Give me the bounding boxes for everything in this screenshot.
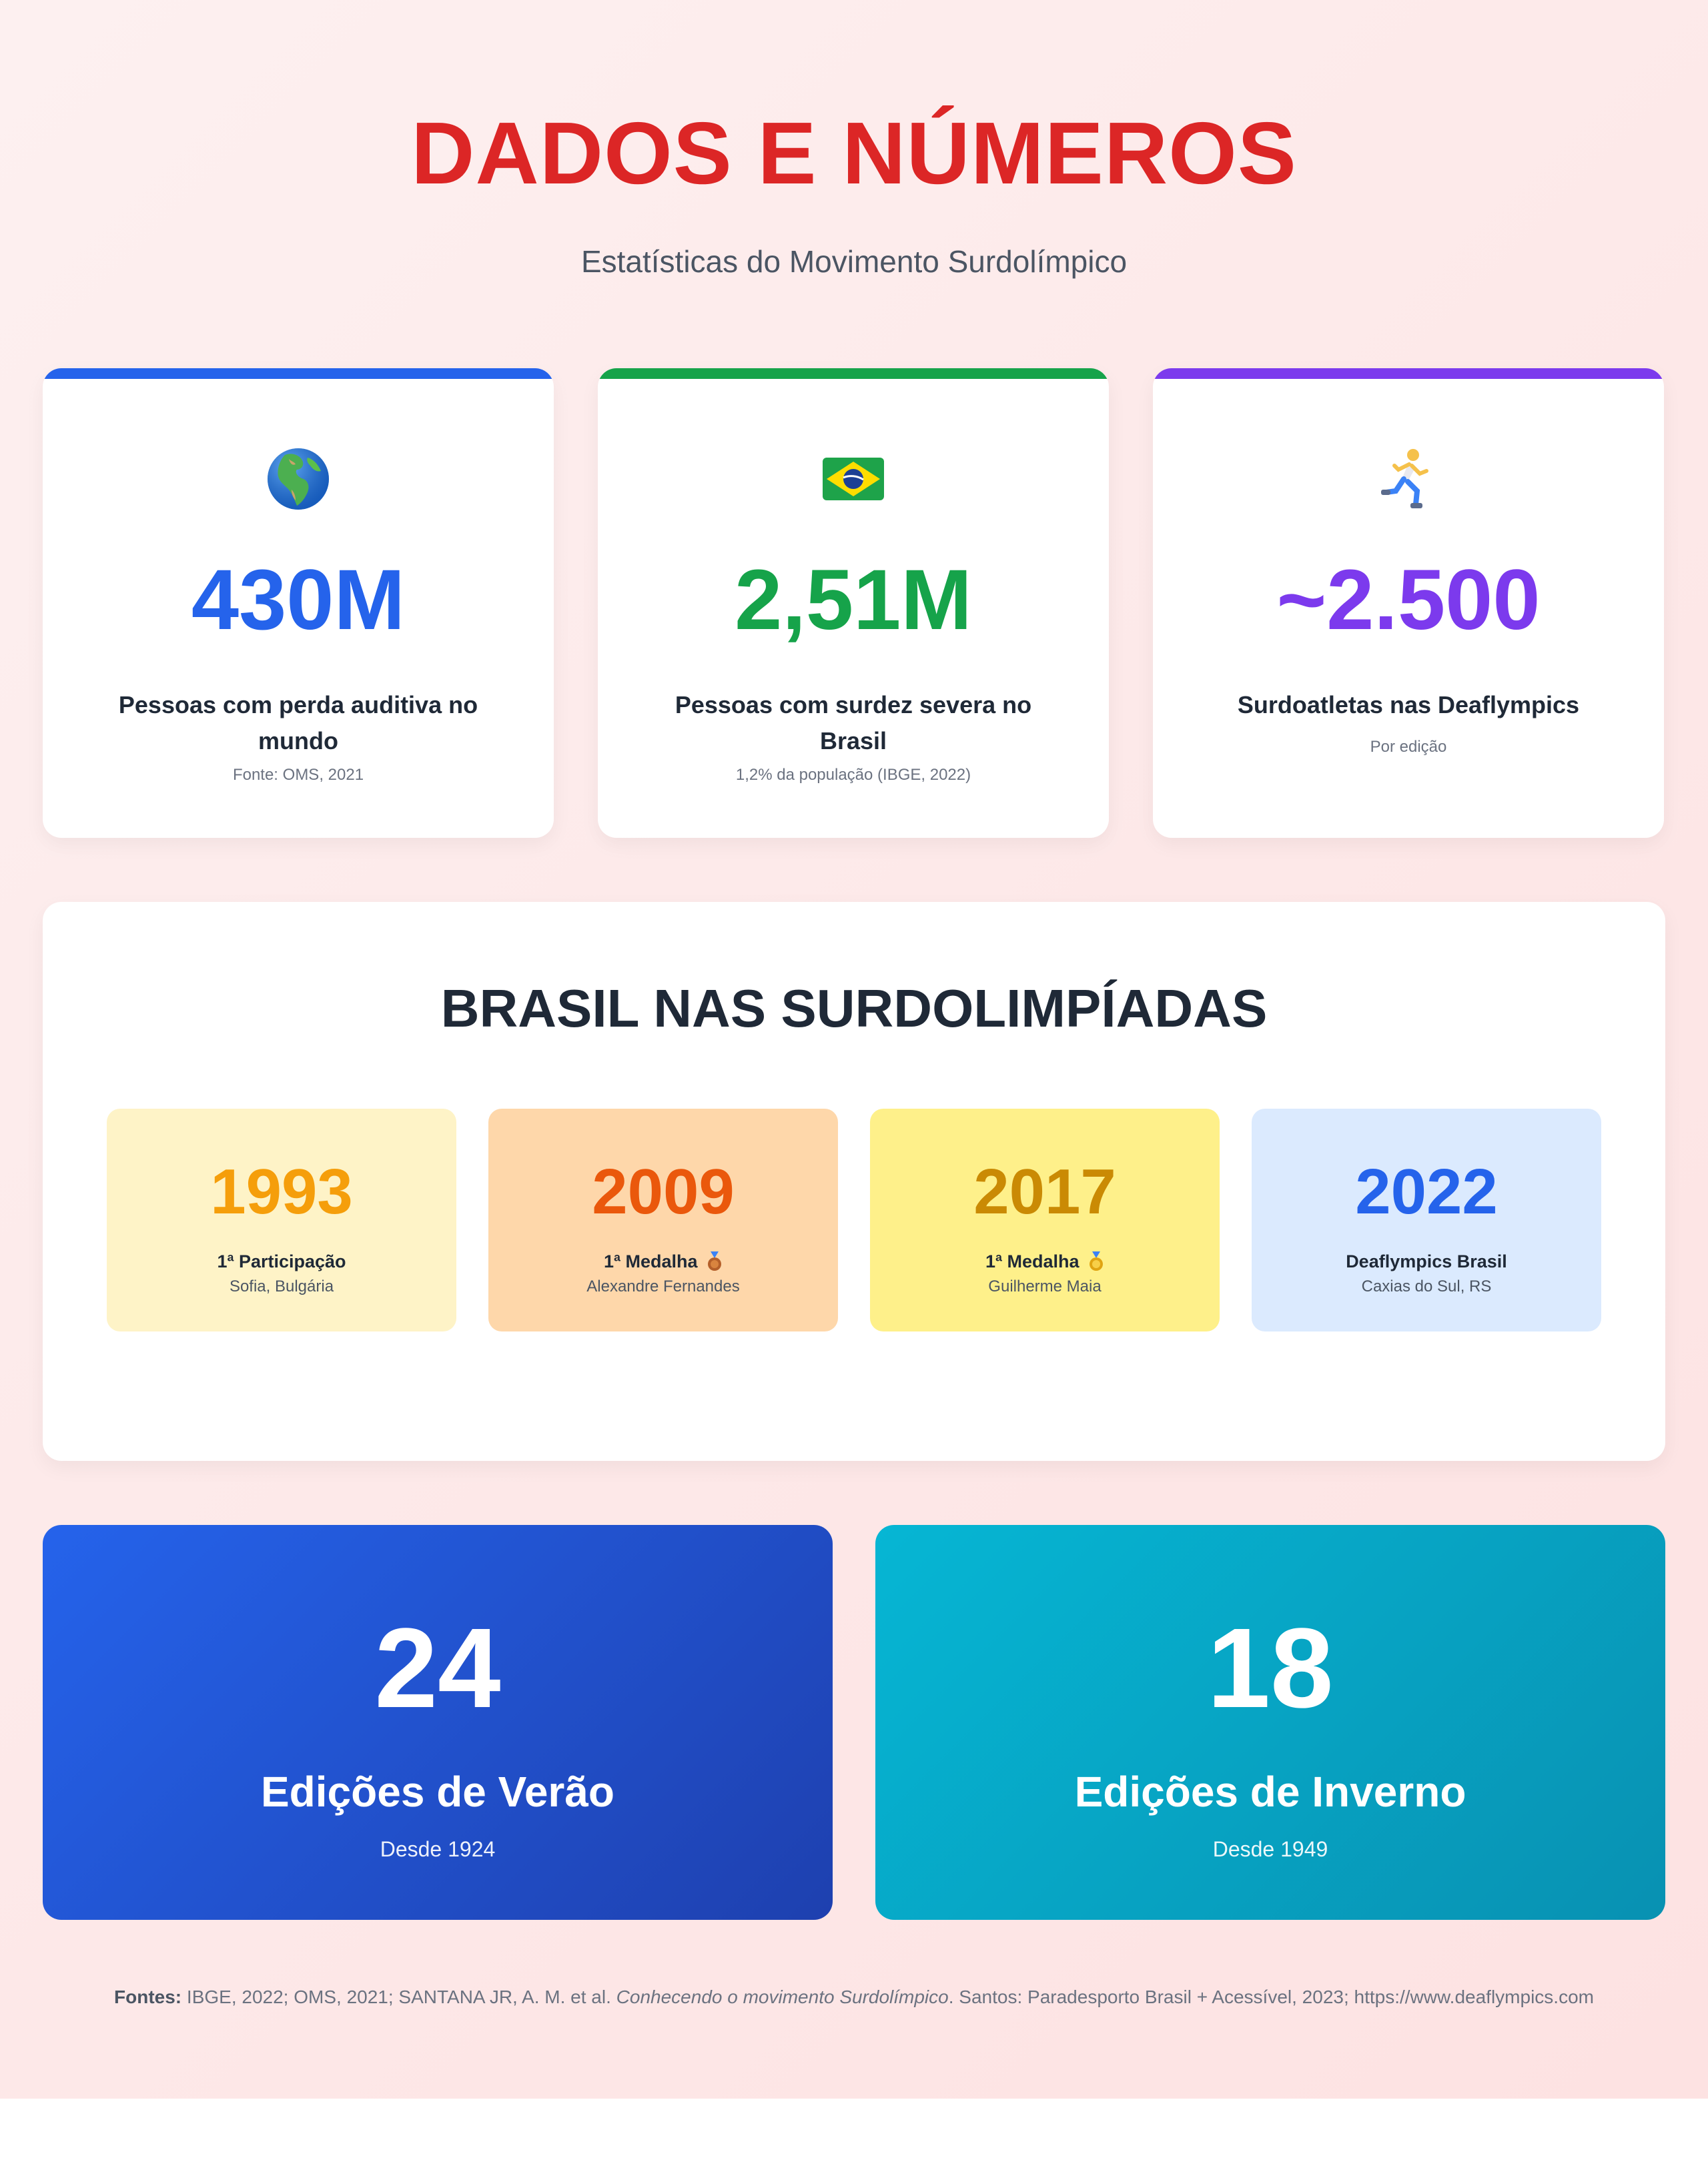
winter-editions-count: 18	[1207, 1605, 1334, 1732]
brazil-flag-icon	[598, 439, 1109, 519]
timeline-place: Caxias do Sul, RS	[1361, 1277, 1492, 1295]
summer-editions-since: Desde 1924	[380, 1837, 496, 1861]
timeline-panel: BRASIL NAS SURDOLIMPÍADAS 1993 1ª Partic…	[43, 902, 1665, 1461]
winter-editions-card: 18 Edições de Inverno Desde 1949	[875, 1525, 1665, 1920]
timeline-title: BRASIL NAS SURDOLIMPÍADAS	[440, 979, 1268, 1038]
timeline-place: Sofia, Bulgária	[229, 1277, 334, 1295]
stat-source: Por edição	[1370, 738, 1447, 756]
timeline-event: 1ª Medalha	[488, 1250, 838, 1273]
winter-editions-since: Desde 1949	[1212, 1837, 1328, 1861]
timeline-event: Deaflympics Brasil	[1346, 1251, 1507, 1271]
sources-label: Fontes:	[114, 1987, 182, 2007]
timeline-year: 2022	[1355, 1156, 1498, 1227]
winter-editions-title: Edições de Inverno	[1074, 1768, 1466, 1816]
stat-card-brazil: 2,51M Pessoas com surdez severa no Brasil…	[598, 368, 1109, 838]
card-accent-bar	[43, 368, 554, 379]
timeline-place: Guilherme Maia	[988, 1277, 1102, 1295]
stat-label: Pessoas com surdez severa no Brasil	[675, 691, 1032, 754]
gold-medal-icon	[1090, 1251, 1104, 1271]
timeline-item-2009: 2009 1ª Medalha Alexandre Fernandes	[488, 1109, 838, 1331]
stat-label: Pessoas com perda auditiva no mundo	[118, 691, 478, 754]
card-accent-bar	[1153, 368, 1664, 379]
summer-editions-count: 24	[374, 1605, 501, 1732]
timeline-item-2022: 2022 Deaflympics Brasil Caxias do Sul, R…	[1252, 1109, 1601, 1331]
page-title: DADOS E NÚMEROS	[411, 104, 1297, 202]
card-accent-bar	[598, 368, 1109, 379]
timeline-event: 1ª Medalha	[870, 1250, 1220, 1273]
stat-value: 430M	[191, 552, 406, 648]
stat-label: Surdoatletas nas Deaflympics	[1237, 691, 1580, 718]
timeline-place: Alexandre Fernandes	[586, 1277, 740, 1295]
summer-editions-title: Edições de Verão	[260, 1768, 615, 1816]
globe-icon	[43, 439, 554, 519]
sources-footer: Fontes: IBGE, 2022; OMS, 2021; SANTANA J…	[114, 1987, 1594, 2007]
bronze-medal-icon	[708, 1251, 722, 1271]
timeline-year: 2009	[592, 1156, 735, 1227]
page-subtitle: Estatísticas do Movimento Surdolímpico	[580, 244, 1128, 279]
timeline-event: 1ª Participação	[217, 1251, 346, 1271]
summer-editions-card: 24 Edições de Verão Desde 1924	[43, 1525, 833, 1920]
stat-value: 2,51M	[735, 552, 972, 648]
sources-book-title: Conhecendo o movimento Surdolímpico	[616, 1987, 949, 2007]
stat-card-world: 430M Pessoas com perda auditiva no mundo F…	[43, 368, 554, 838]
page-background: DADOS E NÚMEROS Estatísticas do Moviment…	[0, 0, 1708, 2099]
stat-value: ~2.500	[1276, 552, 1541, 648]
timeline-item-1993: 1993 1ª Participação Sofia, Bulgária	[107, 1109, 456, 1331]
stat-source: 1,2% da população (IBGE, 2022)	[735, 766, 971, 784]
timeline-year: 2017	[973, 1156, 1116, 1227]
stat-card-athletes: ~2.500 Surdoatletas nas Deaflympics Por ed…	[1153, 368, 1664, 838]
timeline-item-2017: 2017 1ª Medalha Guilherme Maia	[870, 1109, 1220, 1331]
timeline-year: 1993	[210, 1156, 353, 1227]
stat-source: Fonte: OMS, 2021	[232, 766, 364, 784]
runner-icon	[1153, 439, 1664, 519]
